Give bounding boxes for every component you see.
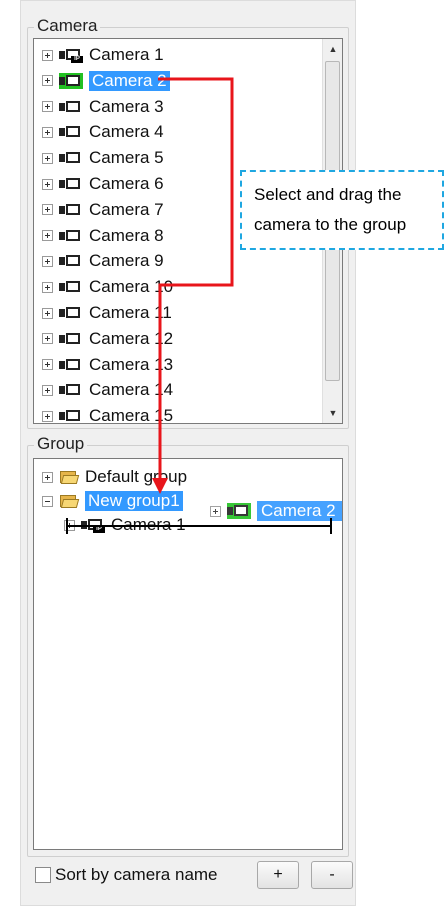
group-item-new-group1[interactable]: New group1 [42,489,183,513]
camera-icon [59,228,83,244]
group-groupbox: Group Default group New group1 IP Camera… [27,434,349,857]
camera-label: Camera 10 [89,277,174,297]
camera-icon [59,408,83,423]
expand-icon[interactable] [42,126,53,138]
camera-label: Camera 14 [89,380,174,400]
camera-label: Camera 8 [89,225,164,245]
camera-label: Camera 3 [89,96,164,116]
camera-icon [59,279,83,295]
camera-icon [59,124,83,140]
group-tree[interactable]: Default group New group1 IP Camera 1 Cam… [33,458,343,850]
camera-icon [227,503,251,519]
camera-list-item[interactable]: Camera 5 [42,146,164,170]
remove-group-button[interactable]: - [311,861,353,889]
expand-icon[interactable] [42,359,53,371]
expand-icon[interactable] [42,49,53,61]
add-group-button[interactable]: + [257,861,299,889]
camera-list-item[interactable]: Camera 8 [42,224,164,248]
group-label: Default group [85,467,188,486]
instruction-callout: Select and drag the camera to the group [240,170,444,250]
camera-label: Camera 12 [89,328,174,348]
camera-icon [59,176,83,192]
expand-icon[interactable] [42,230,53,242]
expand-icon [210,505,221,517]
camera-label: Camera 4 [89,122,164,142]
expand-icon[interactable] [42,307,53,319]
camera-label: Camera 5 [89,148,164,168]
folder-icon [59,469,80,485]
expand-icon[interactable] [42,152,53,164]
camera-list-item[interactable]: Camera 10 [42,275,173,299]
expand-icon[interactable] [42,204,53,216]
camera-list-item[interactable]: Camera 2 [42,69,170,93]
camera-icon [59,253,83,269]
camera-icon [59,357,83,373]
camera-label: Camera 9 [89,251,164,271]
camera-list-item[interactable]: Camera 11 [42,301,172,325]
ip-camera-icon: IP [59,47,83,63]
camera-label: Camera 13 [89,354,174,374]
camera-list-item[interactable]: Camera 6 [42,172,164,196]
expand-icon[interactable] [42,333,53,345]
camera-label: Camera 7 [89,199,164,219]
camera-icon [59,72,83,89]
camera-list-item[interactable]: Camera 7 [42,198,164,222]
camera-label: Camera 2 [89,70,170,91]
collapse-icon[interactable] [42,495,53,507]
expand-icon[interactable] [42,384,53,396]
camera-list-item[interactable]: Camera 12 [42,327,173,351]
expand-icon[interactable] [42,281,53,293]
camera-list-item[interactable]: IP Camera 1 [42,43,164,67]
camera-section-title: Camera [34,16,101,36]
group-label: New group1 [85,491,183,511]
expand-icon[interactable] [42,471,53,483]
camera-icon [59,331,83,347]
camera-label: Camera 1 [89,45,164,64]
camera-list-item[interactable]: Camera 9 [42,249,164,273]
camera-list-item[interactable]: Camera 3 [42,95,164,119]
expand-icon[interactable] [42,101,53,113]
group-section-title: Group [34,434,88,454]
callout-line-2: camera to the group [254,215,407,234]
scroll-down-icon[interactable]: ▼ [323,403,342,423]
drag-ghost-item: Camera 2 [210,499,342,523]
drop-insertion-line [66,525,332,527]
camera-label: Camera 15 [89,406,174,424]
drop-insertion-tick-right [330,518,332,534]
camera-group-panel: Camera IP Camera 1 Camera 2 Camera 3 Camera … [20,0,356,906]
camera-label: Camera 11 [89,303,172,322]
callout-line-1: Select and drag the [254,185,402,204]
camera-list-item[interactable]: Camera 15 [42,404,174,424]
camera-list-item[interactable]: Camera 14 [42,378,173,402]
sort-checkbox[interactable] [35,867,51,883]
camera-list-item[interactable]: Camera 13 [42,353,173,377]
camera-icon [59,150,83,166]
camera-label: Camera 6 [89,174,164,193]
group-item-default[interactable]: Default group [42,465,187,489]
drop-insertion-tick-left [66,518,68,534]
sort-label[interactable]: Sort by camera name [55,865,218,885]
expand-icon[interactable] [42,75,53,87]
camera-icon [59,202,83,218]
camera-icon [59,99,83,115]
expand-icon[interactable] [42,178,53,190]
camera-icon [59,305,83,321]
camera-icon [59,382,83,398]
expand-icon[interactable] [42,255,53,267]
camera-list-item[interactable]: Camera 4 [42,120,164,144]
expand-icon[interactable] [42,410,53,422]
scroll-up-icon[interactable]: ▲ [323,39,342,59]
folder-open-icon [59,493,80,509]
